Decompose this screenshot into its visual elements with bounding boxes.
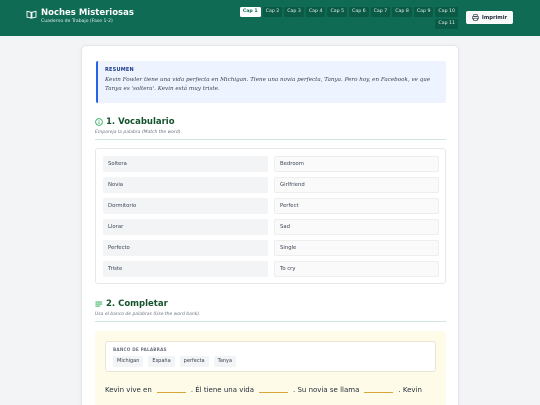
vocab-meaning[interactable]: Sad — [274, 219, 439, 235]
summary-label: RESUMEN — [105, 67, 134, 73]
tab-cap-11[interactable]: Cap 11 — [435, 19, 458, 29]
vocab-meaning[interactable]: Perfect — [274, 198, 439, 214]
summary-text: Kevin Fowler tiene una vida perfecta en … — [105, 77, 431, 92]
app-title: Noches Misteriosas — [41, 8, 134, 18]
word-bank: BANCO DE PALABRAS Michigan España perfec… — [105, 341, 436, 372]
tab-cap-10[interactable]: Cap 10 — [435, 7, 458, 17]
summary-box: RESUMEN Kevin Fowler tiene una vida perf… — [96, 61, 446, 103]
complete-hint: Usa el banco de palabras (Use the word b… — [95, 312, 201, 317]
vocab-word[interactable]: Soltera — [103, 156, 268, 172]
word-bank-chips: Michigan España perfecta Tanya — [113, 356, 237, 367]
vocab-word[interactable]: Perfecto — [103, 240, 268, 256]
app-header: Noches Misteriosas Cuaderno de Trabajo (… — [0, 0, 540, 36]
complete-section-title: 2. Completar — [95, 299, 168, 309]
tab-cap-8[interactable]: Cap 8 — [392, 7, 412, 17]
blank-input[interactable] — [156, 392, 186, 393]
word-chip[interactable]: Tanya — [213, 356, 237, 367]
word-chip[interactable]: Michigan — [113, 356, 144, 367]
blank-input[interactable] — [259, 392, 289, 393]
brand: Noches Misteriosas Cuaderno de Trabajo (… — [26, 8, 134, 24]
blank-input[interactable] — [364, 392, 394, 393]
tab-cap-4[interactable]: Cap 4 — [305, 7, 326, 17]
info-icon — [95, 118, 103, 126]
complete-title: 2. Completar — [106, 299, 168, 309]
vocab-word[interactable]: Triste — [103, 261, 268, 277]
vocab-match-box: Soltera Novia Dormitorio Llorar Perfecto… — [95, 148, 446, 284]
tab-cap-2[interactable]: Cap 2 — [262, 7, 283, 17]
vocab-divider — [95, 139, 446, 140]
app-subtitle: Cuaderno de Trabajo (Fase 1-2) — [41, 19, 113, 24]
vocab-meaning[interactable]: To cry — [274, 261, 439, 277]
fill-in-sentence: Kevin vive en . Él tiene una vida . Su nov… — [105, 386, 445, 394]
spanish-column: Soltera Novia Dormitorio Llorar Perfecto… — [103, 156, 268, 282]
tab-cap-5[interactable]: Cap 5 — [327, 7, 348, 17]
vocab-title: 1. Vocabulario — [106, 117, 175, 127]
list-icon — [95, 301, 103, 307]
word-chip[interactable]: España — [148, 356, 175, 367]
chapter-tabs: Cap 1 Cap 2 Cap 3 Cap 4 Cap 5 Cap 6 Cap … — [236, 7, 458, 29]
english-column: Bedroom Girlfriend Perfect Sad Single To… — [274, 156, 439, 282]
tab-cap-3[interactable]: Cap 3 — [284, 7, 304, 17]
tab-cap-7[interactable]: Cap 7 — [370, 7, 391, 17]
vocab-word[interactable]: Dormitorio — [103, 198, 268, 214]
word-bank-label: BANCO DE PALABRAS — [113, 347, 167, 352]
printer-icon — [472, 14, 479, 21]
vocab-word[interactable]: Novia — [103, 177, 268, 193]
sentence-part: Kevin vive en — [105, 386, 152, 394]
tab-cap-6[interactable]: Cap 6 — [349, 7, 369, 17]
fill-in-box: BANCO DE PALABRAS Michigan España perfec… — [95, 331, 446, 405]
sentence-part: . Él tiene una vida — [190, 386, 255, 394]
worksheet-card: RESUMEN Kevin Fowler tiene una vida perf… — [81, 45, 459, 405]
vocab-word[interactable]: Llorar — [103, 219, 268, 235]
word-chip[interactable]: perfecta — [179, 356, 209, 367]
complete-divider — [95, 321, 446, 322]
tab-cap-1[interactable]: Cap 1 — [239, 7, 261, 17]
sentence-part: . Su novia se llama — [293, 386, 360, 394]
print-label: Imprimir — [481, 14, 508, 21]
vocab-section-title: 1. Vocabulario — [95, 117, 175, 127]
book-icon — [26, 10, 37, 19]
vocab-meaning[interactable]: Single — [274, 240, 439, 256]
sentence-part: . Kevin — [398, 386, 422, 394]
vocab-meaning[interactable]: Bedroom — [274, 156, 439, 172]
vocab-hint: Empareja la palabra (Match the word). — [95, 130, 182, 135]
tab-cap-9[interactable]: Cap 9 — [413, 7, 434, 17]
print-button[interactable]: Imprimir — [466, 11, 513, 24]
vocab-meaning[interactable]: Girlfriend — [274, 177, 439, 193]
